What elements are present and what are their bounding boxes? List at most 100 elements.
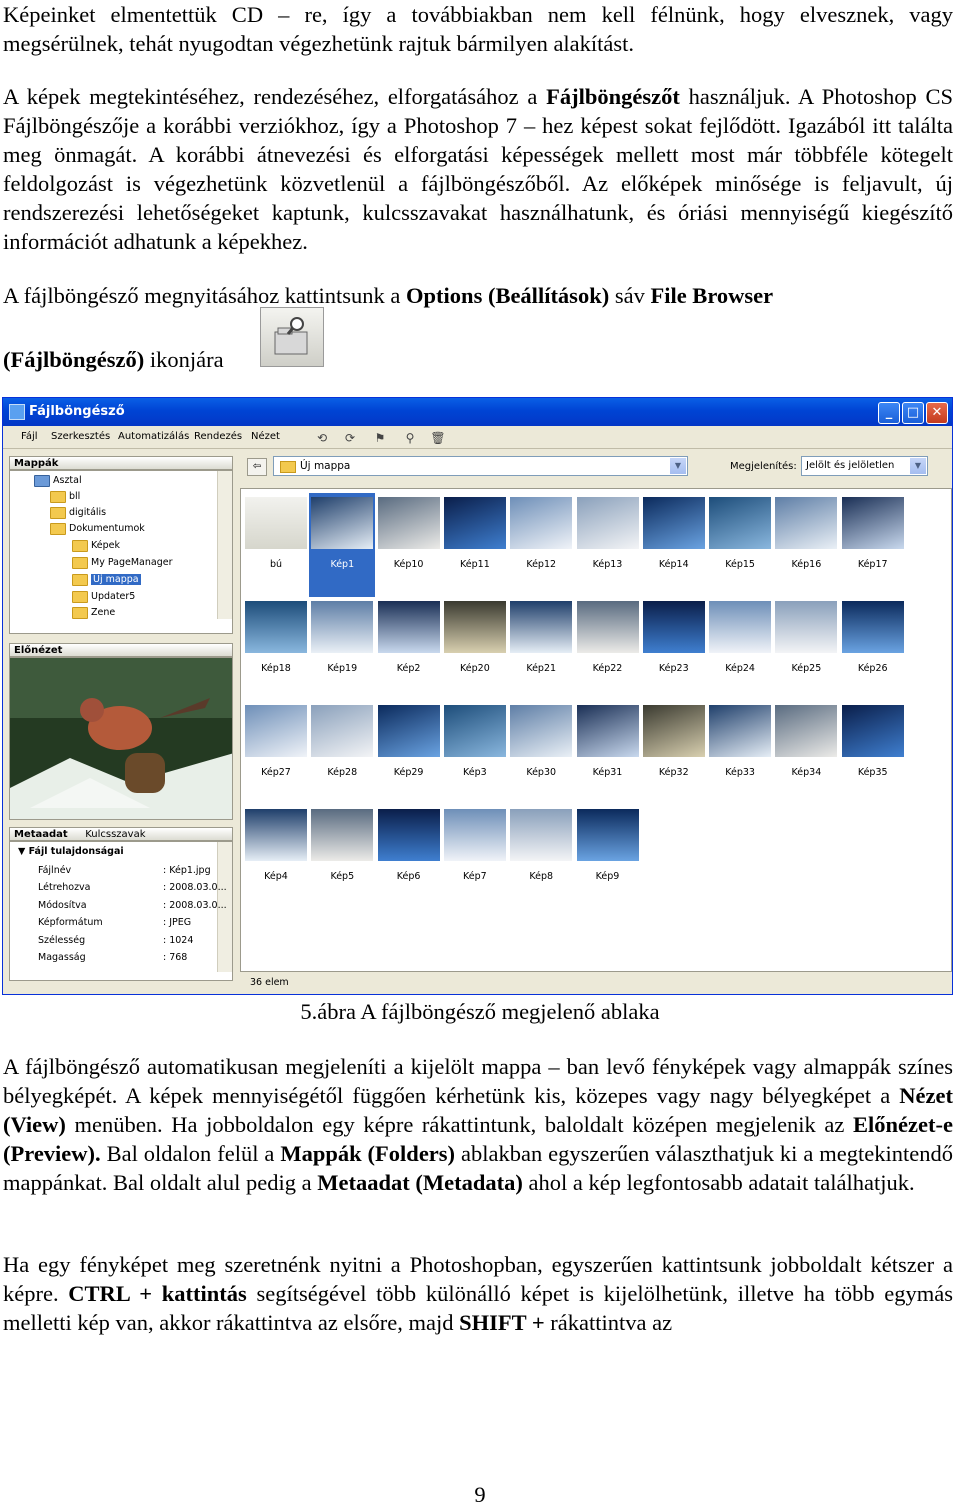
thumbnail-image: [377, 705, 440, 757]
metadata-row: Szélesség: 1024: [38, 935, 194, 946]
tree-item-documents[interactable]: Dokumentumok: [50, 521, 145, 536]
thumbnail-label: Kép10: [393, 559, 424, 570]
thumbnail-item[interactable]: Kép23: [641, 597, 707, 701]
thumbnail-item[interactable]: Kép8: [508, 805, 574, 909]
thumbnail-label: Kép35: [857, 767, 888, 778]
thumbnail-image: [775, 497, 838, 549]
thumbnail-item[interactable]: Kép12: [508, 493, 574, 597]
thumbnail-item[interactable]: Kép20: [442, 597, 508, 701]
open-file-browser-paragraph: A fájlböngésző megnyitásához kattintsunk…: [3, 283, 774, 308]
folder-icon: [280, 461, 296, 473]
thumbnail-image: [576, 705, 639, 757]
menu-view[interactable]: Nézet: [251, 431, 280, 442]
tree-item-music[interactable]: Zene: [72, 605, 115, 620]
title-bar: Fájlböngésző _ □ ✕: [3, 398, 952, 426]
flag-icon[interactable]: ⚑: [369, 429, 391, 447]
thumbnail-item[interactable]: Kép27: [243, 701, 309, 805]
thumbnail-label: Kép1: [330, 559, 355, 570]
thumbnail-image: [311, 601, 374, 653]
up-folder-button[interactable]: ⇦: [247, 458, 267, 476]
minimize-button[interactable]: _: [878, 402, 900, 424]
thumbnail-item[interactable]: Kép9: [575, 805, 641, 909]
tree-item-updater5[interactable]: Updater5: [72, 589, 135, 604]
tree-item-pagemanager[interactable]: My PageManager: [72, 555, 172, 570]
tree-item-new-folder[interactable]: Új mappa: [72, 572, 141, 587]
thumbnail-item[interactable]: Kép19: [309, 597, 375, 701]
metadata-tab[interactable]: Metaadat: [14, 829, 68, 840]
tree-item-desktop[interactable]: Asztal: [34, 473, 82, 488]
thumbnail-label: Kép13: [592, 559, 623, 570]
thumbnail-item[interactable]: Kép2: [376, 597, 442, 701]
thumbnail-item[interactable]: Kép1: [309, 493, 376, 597]
tree-item-bll[interactable]: bll: [50, 489, 80, 504]
thumbnail-label: Kép8: [529, 871, 554, 882]
thumbnail-item[interactable]: Kép17: [840, 493, 906, 597]
tree-item-digitalis[interactable]: digitális: [50, 505, 106, 520]
thumbnail-item[interactable]: Kép11: [442, 493, 508, 597]
thumbnail-item[interactable]: Kép6: [376, 805, 442, 909]
tree-item-pictures[interactable]: Képek: [72, 538, 120, 553]
thumbnail-item[interactable]: Kép16: [773, 493, 839, 597]
thumbnail-item[interactable]: Kép7: [442, 805, 508, 909]
thumbnail-item[interactable]: Kép25: [773, 597, 839, 701]
thumbnail-item[interactable]: Kép30: [508, 701, 574, 805]
thumbnail-item[interactable]: Kép35: [840, 701, 906, 805]
thumbnail-item[interactable]: Kép5: [309, 805, 375, 909]
keywords-tab[interactable]: Kulcsszavak: [85, 829, 145, 840]
thumbnail-item[interactable]: Kép4: [243, 805, 309, 909]
thumbnail-label: Kép4: [264, 871, 288, 882]
thumbnail-item[interactable]: Kép24: [707, 597, 773, 701]
menu-automate[interactable]: Automatizálás: [118, 431, 189, 442]
thumbnail-image: [311, 809, 374, 861]
thumbnail-item[interactable]: Kép14: [641, 493, 707, 597]
menu-edit[interactable]: Szerkesztés: [51, 431, 110, 442]
menu-bar: Fájl Szerkesztés Automatizálás Rendezés …: [3, 426, 952, 449]
thumbnail-item[interactable]: Kép3: [442, 701, 508, 805]
trash-icon[interactable]: 🗑: [427, 429, 449, 447]
thumbnail-item[interactable]: bú: [243, 493, 309, 597]
thumbnail-item[interactable]: Kép18: [243, 597, 309, 701]
thumbnail-item[interactable]: Kép29: [376, 701, 442, 805]
rotate-left-icon[interactable]: ⟲: [311, 429, 333, 447]
thumbnail-image: [311, 497, 374, 549]
thumbnail-label: Kép3: [463, 767, 487, 778]
thumbnail-item[interactable]: Kép22: [575, 597, 641, 701]
thumbnail-item[interactable]: Kép31: [575, 701, 641, 805]
chevron-down-icon[interactable]: ▼: [670, 458, 686, 474]
description-paragraph: A fájlböngésző automatikusan megjeleníti…: [3, 1054, 954, 1195]
collapse-triangle-icon: ▼: [18, 846, 29, 857]
menu-file[interactable]: Fájl: [21, 431, 38, 442]
binoculars-icon[interactable]: ⚲: [399, 429, 421, 447]
metadata-row: Módosítva: 2008.03.0...: [38, 900, 227, 911]
folders-tab[interactable]: Mappák: [9, 456, 233, 470]
thumbnail-image: [245, 601, 307, 653]
thumbnail-image: [510, 809, 573, 861]
thumbnail-item[interactable]: Kép33: [707, 701, 773, 805]
thumbnail-grid: bú Kép1 Kép10 Kép11 Kép12 Kép13 Kép14 Kép15 Kép1…: [240, 488, 952, 972]
rotate-right-icon[interactable]: ⟳: [339, 429, 361, 447]
thumbnail-item[interactable]: Kép15: [707, 493, 773, 597]
thumbnail-item[interactable]: Kép32: [641, 701, 707, 805]
preview-panel: [9, 657, 233, 820]
address-dropdown[interactable]: Új mappa ▼: [273, 456, 688, 476]
thumbnail-label: Kép30: [526, 767, 557, 778]
file-properties-header[interactable]: ▼ Fájl tulajdonságai: [18, 846, 124, 857]
thumbnail-image: [642, 705, 705, 757]
thumbnail-image: [576, 601, 639, 653]
thumbnail-item[interactable]: Kép28: [309, 701, 375, 805]
thumbnail-image: [443, 809, 506, 861]
chevron-down-icon[interactable]: ▼: [910, 458, 926, 474]
thumbnail-item[interactable]: Kép34: [773, 701, 839, 805]
menu-sort[interactable]: Rendezés: [194, 431, 242, 442]
close-button[interactable]: ✕: [926, 402, 948, 424]
thumbnail-item[interactable]: Kép10: [376, 493, 442, 597]
thumbnail-item[interactable]: Kép26: [840, 597, 906, 701]
folders-scrollbar[interactable]: [217, 471, 232, 619]
thumbnail-image: [443, 601, 506, 653]
thumbnail-item[interactable]: Kép21: [508, 597, 574, 701]
thumbnail-item[interactable]: Kép13: [575, 493, 641, 597]
thumbnail-image: [775, 705, 838, 757]
maximize-button[interactable]: □: [902, 402, 924, 424]
preview-tab[interactable]: Előnézet: [9, 643, 233, 657]
view-select[interactable]: Jelölt és jelöletlen ▼: [801, 456, 928, 476]
